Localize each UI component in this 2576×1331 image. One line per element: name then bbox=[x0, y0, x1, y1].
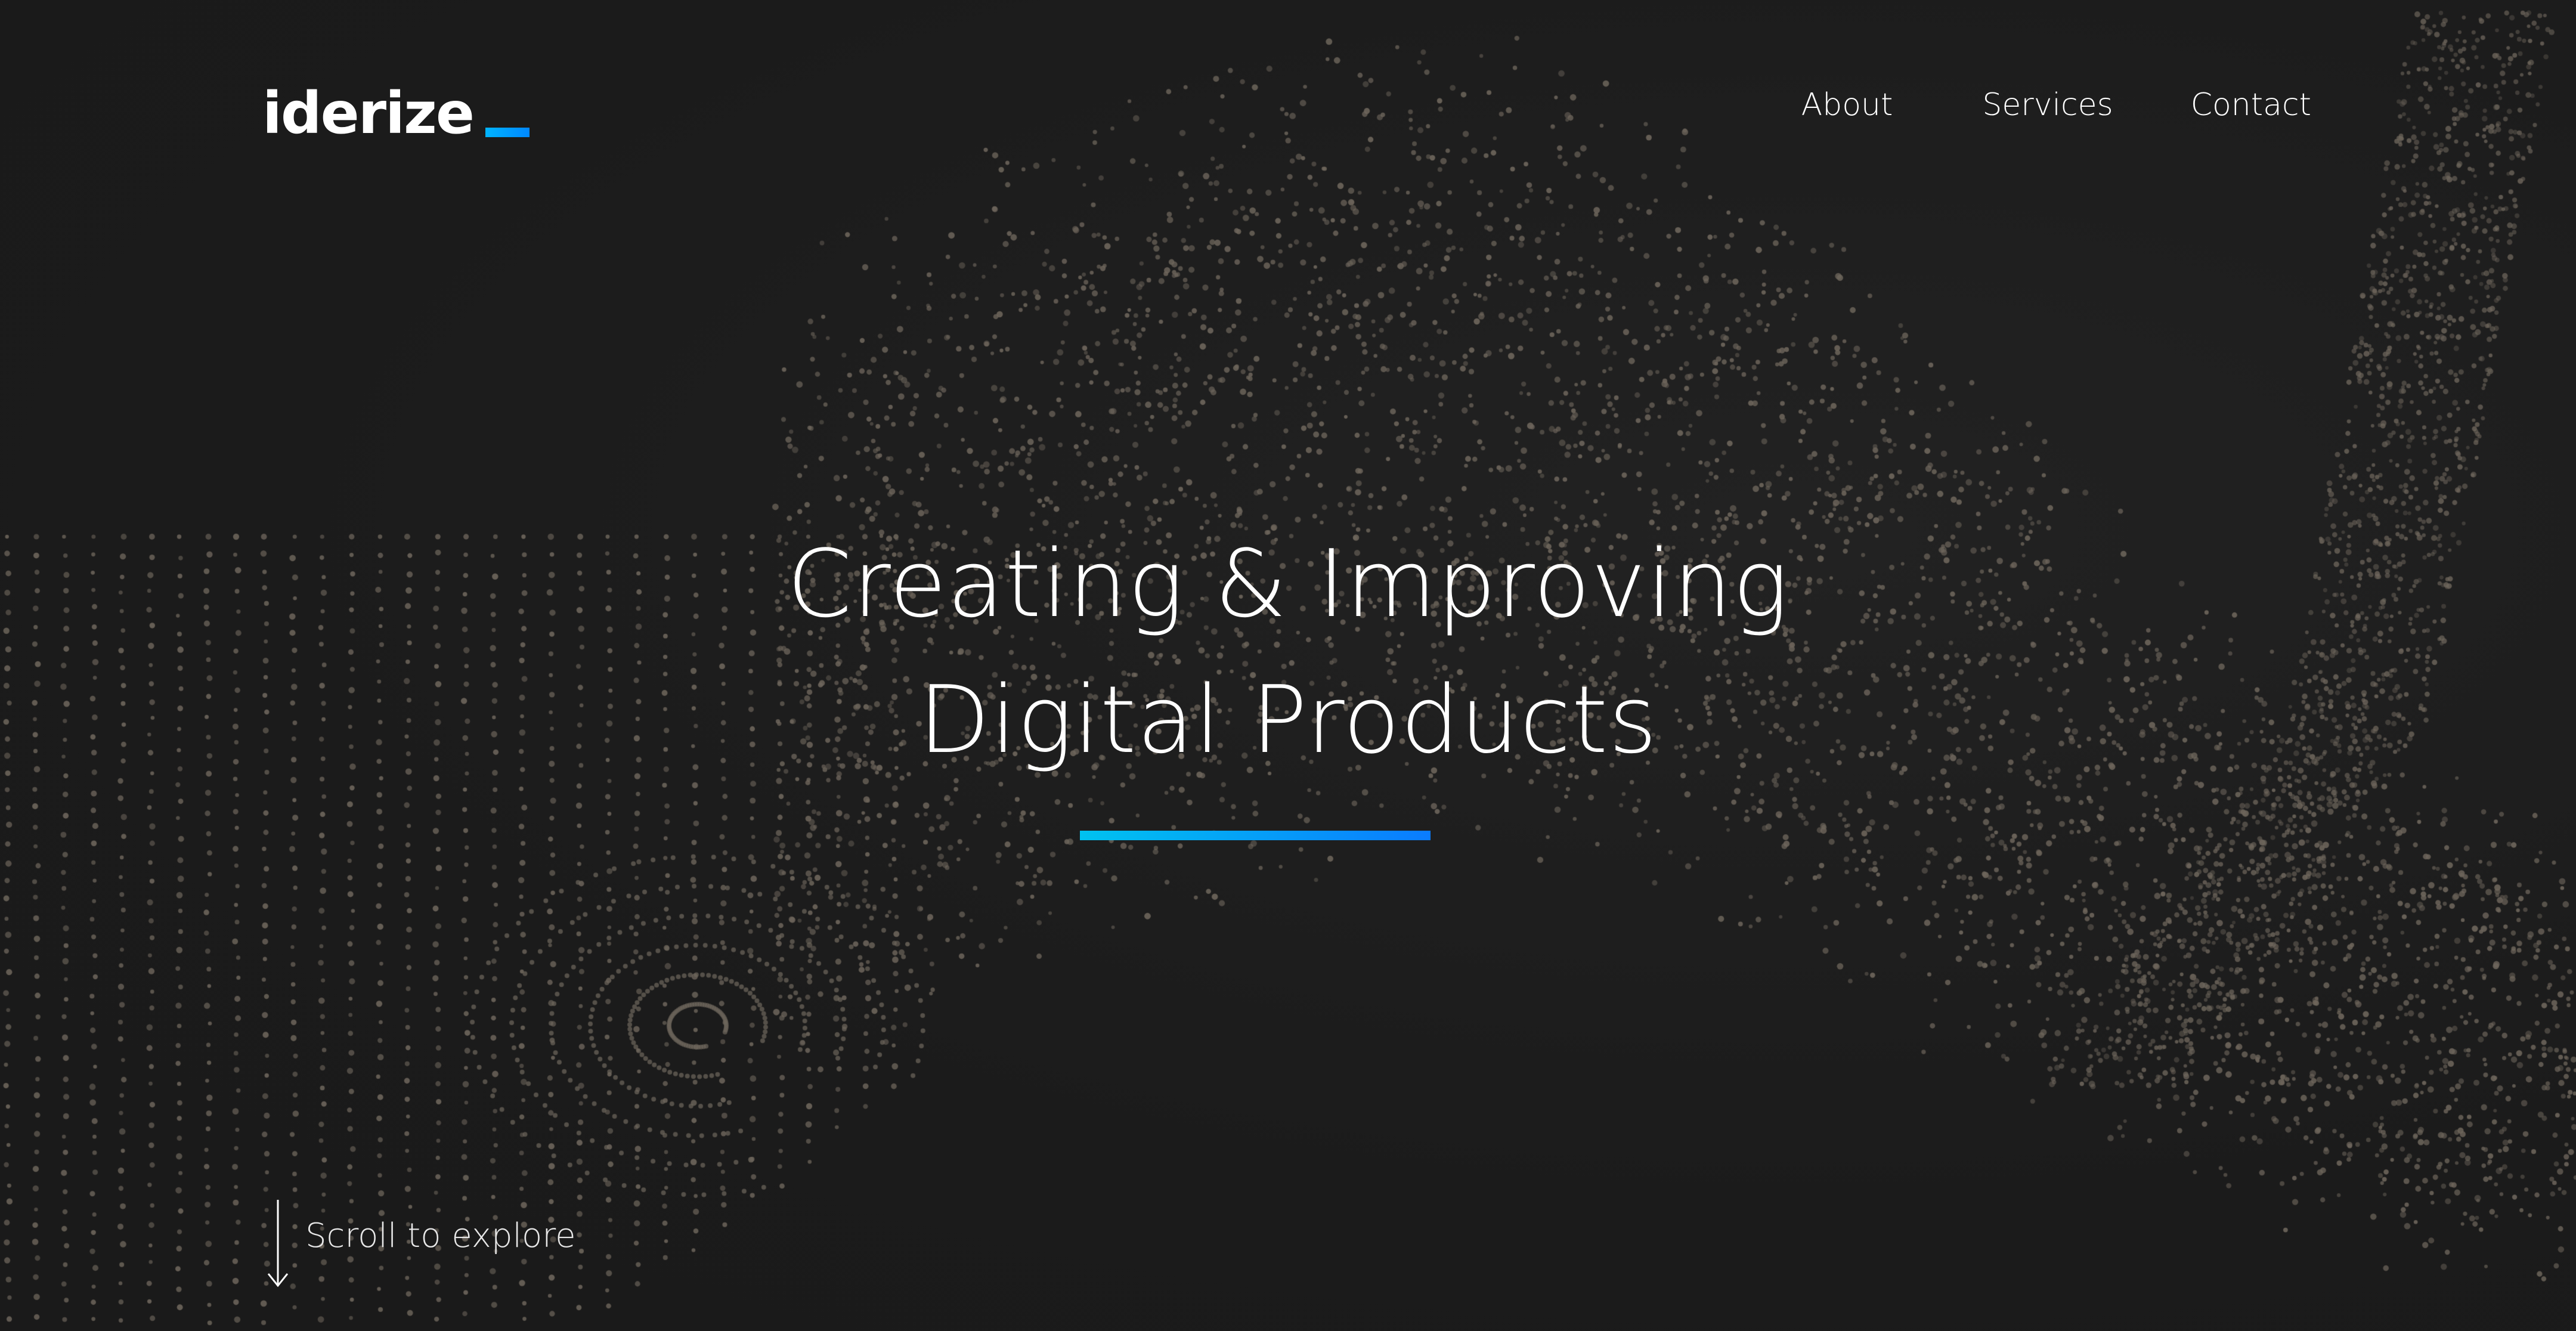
nav-link-services[interactable]: Services bbox=[1982, 88, 2113, 122]
logo-accent-bar bbox=[485, 128, 530, 137]
site-logo[interactable]: iderize bbox=[262, 76, 530, 142]
scroll-to-explore-button[interactable]: Scroll to explore bbox=[266, 1199, 576, 1288]
hero-headline-line-2: Digital Products bbox=[918, 666, 1658, 774]
main-navigation: About Services Contact bbox=[1801, 88, 2311, 122]
hero-section: Creating & Improving Digital Products bbox=[0, 516, 2576, 788]
hero-accent-underline bbox=[1080, 831, 1431, 840]
arrow-down-icon bbox=[267, 1200, 289, 1287]
scroll-label: Scroll to explore bbox=[305, 1217, 576, 1255]
hero-headline-line-1: Creating & Improving bbox=[787, 530, 1789, 638]
logo-wordmark: iderize bbox=[262, 80, 475, 147]
nav-link-contact[interactable]: Contact bbox=[2191, 88, 2311, 122]
nav-link-about[interactable]: About bbox=[1801, 88, 1893, 122]
